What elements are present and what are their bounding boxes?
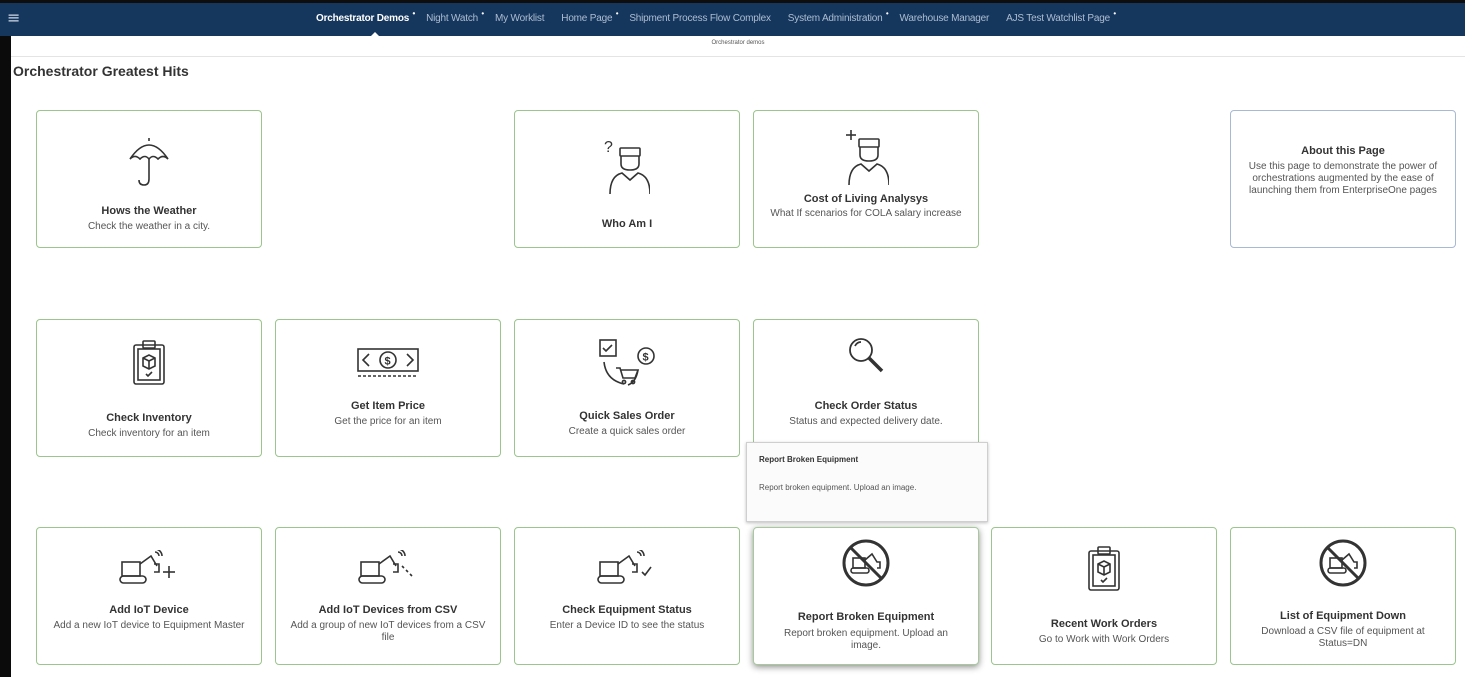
tab-orchestrator-demos[interactable]: Orchestrator Demos • <box>316 9 415 24</box>
tile-title: List of Equipment Down <box>1280 610 1406 622</box>
cart-cycle-icon: $ <box>515 338 739 388</box>
tile-list-of-equipment-down[interactable]: List of Equipment Down Download a CSV fi… <box>1230 527 1456 665</box>
tile-description: Use this page to demonstrate the power o… <box>1248 161 1438 196</box>
hamburger-menu-icon[interactable]: ≡ <box>7 10 23 26</box>
tile-add-iot-device[interactable]: Add IoT Device Add a new IoT device to E… <box>36 527 262 665</box>
tile-description: Check inventory for an item <box>88 428 210 439</box>
tab-night-watch[interactable]: Night Watch • <box>426 9 484 24</box>
tile-check-equipment-status[interactable]: Check Equipment Status Enter a Device ID… <box>514 527 740 665</box>
tile-title: Who Am I <box>601 218 653 230</box>
tab-shipment-process-flow[interactable]: Shipment Process Flow Complex <box>629 13 771 24</box>
tile-title: Cost of Living Analysys <box>803 193 929 205</box>
tile-title: Quick Sales Order <box>579 410 675 422</box>
tile-description: Get the price for an item <box>334 416 442 427</box>
page-subtitle: Orchestrator demos <box>711 40 765 46</box>
tile-cost-of-living[interactable]: Cost of Living Analysys What If scenario… <box>753 110 979 248</box>
tile-description: Check the weather in a city. <box>87 221 211 232</box>
excavator-prohibited-icon <box>754 538 978 588</box>
tile-description: Go to Work with Work Orders <box>1038 634 1170 645</box>
excavator-check-icon <box>515 550 739 586</box>
svg-text:?: ? <box>604 139 613 156</box>
tile-description: Report broken equipment. Upload an image… <box>784 628 948 651</box>
clipboard-box-icon <box>37 340 261 386</box>
tile-hows-the-weather[interactable]: Hows the Weather Check the weather in a … <box>36 110 262 248</box>
tile-about-this-page: About this Page Use this page to demonst… <box>1230 110 1456 248</box>
tile-title: Check Order Status <box>814 400 918 412</box>
page-subtitle-bar: Orchestrator demos <box>11 36 1465 57</box>
tile-title: Add IoT Devices from CSV <box>318 604 458 616</box>
tile-description: Enter a Device ID to see the status <box>549 620 705 631</box>
tab-system-administration[interactable]: System Administration • <box>788 9 889 24</box>
tile-title: Report Broken Equipment <box>797 611 935 623</box>
tile-check-order-status[interactable]: Check Order Status Status and expected d… <box>753 319 979 457</box>
tab-warehouse-manager[interactable]: Warehouse Manager <box>900 13 990 24</box>
person-plus-icon <box>754 127 978 187</box>
tile-description: Create a quick sales order <box>568 426 686 437</box>
umbrella-icon <box>37 135 261 187</box>
svg-text:$: $ <box>385 356 391 368</box>
excavator-plus-icon <box>37 550 261 586</box>
tile-title: About this Page <box>1301 145 1385 157</box>
tile-title: Recent Work Orders <box>1050 618 1158 630</box>
magnifier-icon <box>754 336 978 374</box>
tooltip-title: Report Broken Equipment <box>759 455 859 464</box>
page-content: Orchestrator Greatest Hits Hows the Weat… <box>11 57 1465 677</box>
tab-home-page[interactable]: Home Page • <box>561 9 618 24</box>
tab-strip: Orchestrator Demos • Night Watch • My Work… <box>316 9 1127 24</box>
tile-check-inventory[interactable]: Check Inventory Check inventory for an i… <box>36 319 262 457</box>
clipboard-box-icon <box>992 546 1216 592</box>
person-question-icon: ? <box>515 136 739 196</box>
tile-description: Download a CSV file of equipment at Stat… <box>1261 626 1425 649</box>
tile-title: Add IoT Device <box>109 604 189 616</box>
tile-title: Get Item Price <box>351 400 425 412</box>
excavator-prohibited-icon <box>1231 538 1455 588</box>
tooltip-body: Report broken equipment. Upload an image… <box>759 483 917 492</box>
tile-description: Add a group of new IoT devices from a CS… <box>290 620 486 643</box>
tab-ajs-test-watchlist[interactable]: AJS Test Watchlist Page • <box>1006 9 1116 24</box>
tile-recent-work-orders[interactable]: Recent Work Orders Go to Work with Work … <box>991 527 1217 665</box>
excavator-dots-icon <box>276 550 500 586</box>
dollar-bill-icon: $ <box>276 348 500 378</box>
page-title: Orchestrator Greatest Hits <box>13 63 189 79</box>
tile-who-am-i[interactable]: ? Who Am I <box>514 110 740 248</box>
tile-title: Check Equipment Status <box>562 604 692 616</box>
top-navigation-bar: ≡ Orchestrator Demos • Night Watch • My Wo… <box>0 0 1465 39</box>
tile-get-item-price[interactable]: $ Get Item Price Get the price for an it… <box>275 319 501 457</box>
tile-description: Status and expected delivery date. <box>789 416 943 427</box>
tile-quick-sales-order[interactable]: $ Quick Sales Order Create a quick sales… <box>514 319 740 457</box>
svg-text:$: $ <box>643 352 649 364</box>
tile-description: Add a new IoT device to Equipment Master <box>53 620 245 631</box>
tab-my-worklist[interactable]: My Worklist <box>495 13 544 24</box>
tile-title: Hows the Weather <box>101 205 197 217</box>
tile-title: Check Inventory <box>106 412 192 424</box>
tooltip: Report Broken Equipment Report broken eq… <box>746 442 988 522</box>
tile-report-broken-equipment[interactable]: Report Broken Equipment Report broken eq… <box>753 527 979 665</box>
tile-add-iot-devices-csv[interactable]: Add IoT Devices from CSV Add a group of … <box>275 527 501 665</box>
tile-description: What If scenarios for COLA salary increa… <box>770 208 962 219</box>
